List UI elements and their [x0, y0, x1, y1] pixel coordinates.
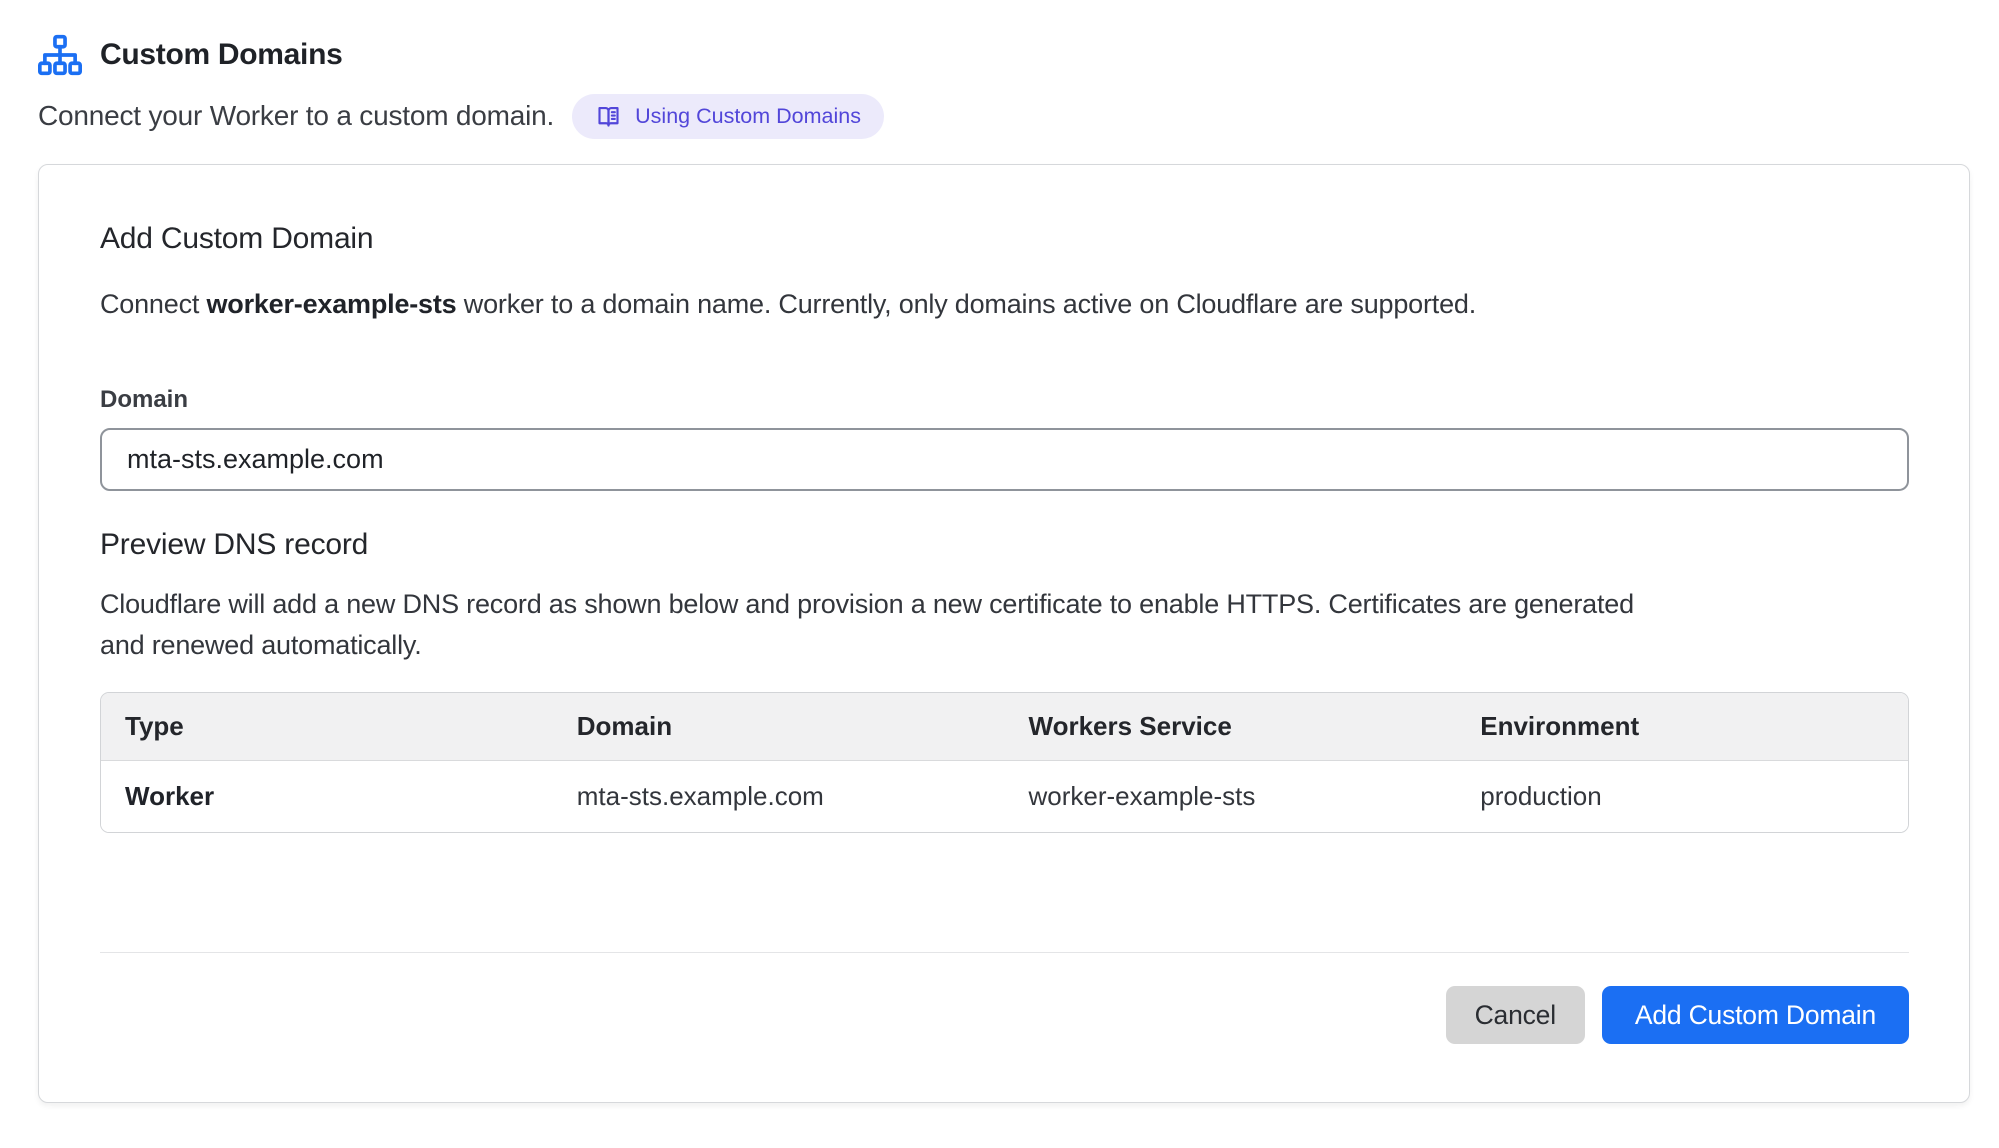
dns-preview-table-container: Type Domain Workers Service Environment …	[100, 692, 1909, 833]
page-subtitle-row: Connect your Worker to a custom domain. …	[38, 93, 1970, 139]
cancel-button[interactable]: Cancel	[1446, 986, 1585, 1044]
column-header-environment: Environment	[1456, 693, 1908, 760]
table-row: Worker mta-sts.example.com worker-exampl…	[101, 760, 1908, 832]
preview-dns-description: Cloudflare will add a new DNS record as …	[100, 584, 1645, 666]
page-header: Custom Domains	[38, 30, 1970, 80]
cell-workers-service: worker-example-sts	[1005, 760, 1457, 832]
card-heading: Add Custom Domain	[100, 222, 1909, 256]
sitemap-icon	[38, 34, 82, 76]
docs-link-pill[interactable]: Using Custom Domains	[572, 94, 884, 139]
footer-actions: Cancel Add Custom Domain	[100, 986, 1909, 1044]
card-description-prefix: Connect	[100, 289, 206, 319]
column-header-domain: Domain	[553, 693, 1005, 760]
footer-divider	[100, 952, 1909, 953]
dns-preview-table: Type Domain Workers Service Environment …	[101, 693, 1908, 832]
table-header-row: Type Domain Workers Service Environment	[101, 693, 1908, 760]
worker-name: worker-example-sts	[206, 289, 456, 319]
custom-domains-page: Custom Domains Connect your Worker to a …	[0, 0, 1999, 1103]
preview-dns-heading: Preview DNS record	[100, 528, 1909, 562]
cell-domain: mta-sts.example.com	[553, 760, 1005, 832]
card-description-suffix: worker to a domain name. Currently, only…	[456, 289, 1476, 319]
column-header-type: Type	[101, 693, 553, 760]
domain-field-label: Domain	[100, 386, 1909, 414]
cell-environment: production	[1456, 760, 1908, 832]
open-book-icon	[595, 103, 622, 130]
add-custom-domain-button[interactable]: Add Custom Domain	[1602, 986, 1909, 1044]
cell-type: Worker	[101, 760, 553, 832]
domain-input[interactable]	[100, 428, 1909, 491]
card-description: Connect worker-example-sts worker to a d…	[100, 284, 1909, 324]
page-title: Custom Domains	[100, 38, 343, 72]
page-subtitle: Connect your Worker to a custom domain.	[38, 100, 554, 132]
column-header-workers-service: Workers Service	[1005, 693, 1457, 760]
add-custom-domain-card: Add Custom Domain Connect worker-example…	[38, 164, 1970, 1103]
docs-link-label: Using Custom Domains	[635, 104, 861, 129]
